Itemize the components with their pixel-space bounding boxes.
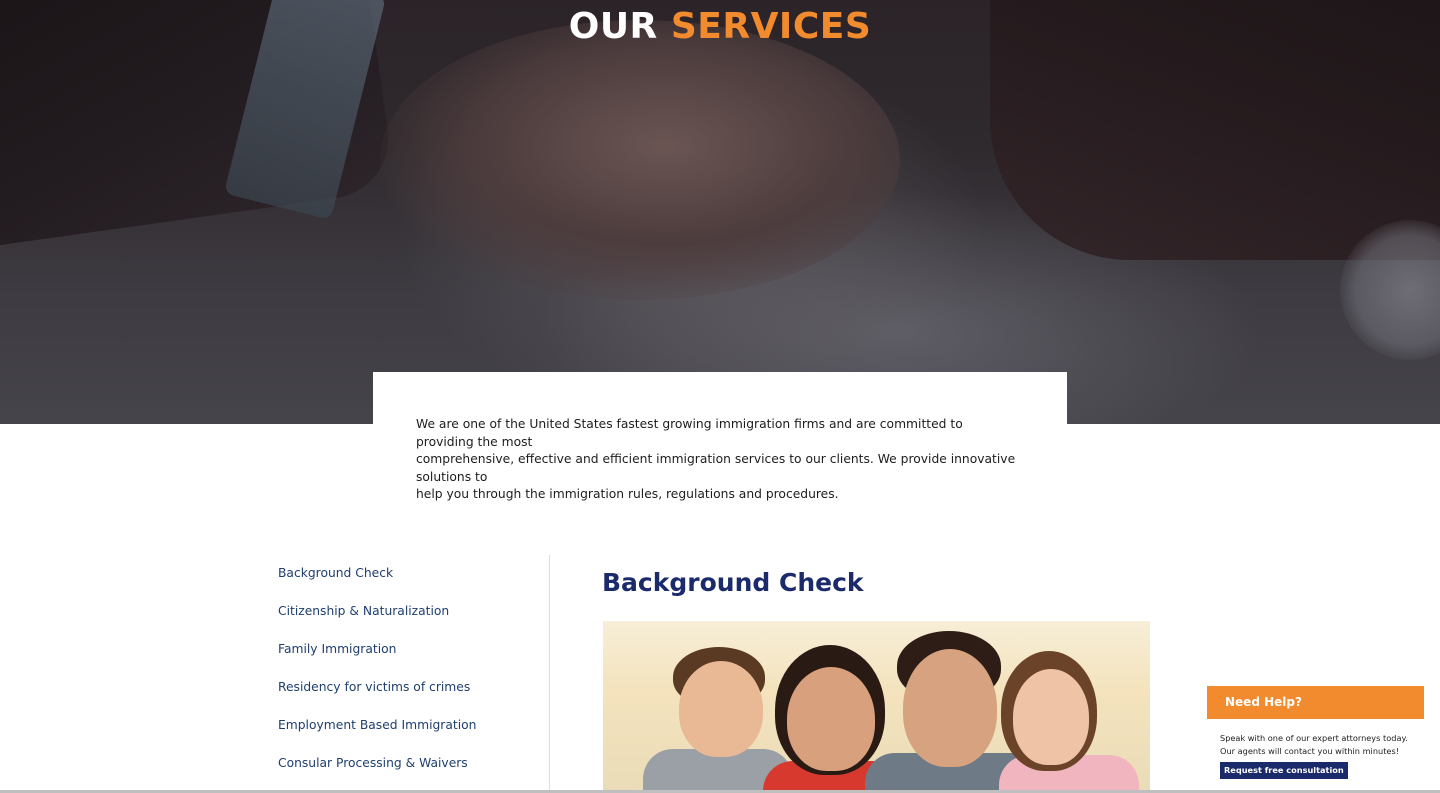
family-photo <box>603 621 1150 793</box>
photo-girl-face <box>1013 669 1089 765</box>
page-title-white: OUR <box>568 6 658 47</box>
sidebar-item-employment-immigration[interactable]: Employment Based Immigration <box>278 718 476 732</box>
intro-line-1: We are one of the United States fastest … <box>416 417 963 449</box>
photo-man-face <box>903 649 997 767</box>
sidebar-item-family-immigration[interactable]: Family Immigration <box>278 642 396 656</box>
sidebar-item-residency-victims[interactable]: Residency for victims of crimes <box>278 680 470 694</box>
help-widget-body: Speak with one of our expert attorneys t… <box>1207 719 1424 757</box>
intro-text: We are one of the United States fastest … <box>416 416 1024 504</box>
sidebar-item-citizenship[interactable]: Citizenship & Naturalization <box>278 604 449 618</box>
help-widget-line-1: Speak with one of our expert attorneys t… <box>1220 733 1408 743</box>
section-title: Background Check <box>602 568 864 597</box>
page-title-accent: SERVICES <box>670 6 872 47</box>
intro-line-2: comprehensive, effective and efficient i… <box>416 452 1016 484</box>
help-widget-line-2: Our agents will contact you within minut… <box>1220 745 1399 756</box>
photo-boy-face <box>679 661 763 757</box>
request-consultation-button[interactable]: Request free consultation <box>1220 762 1348 779</box>
hero-image-handshake <box>380 20 900 300</box>
services-sidebar: Background Check Citizenship & Naturaliz… <box>278 555 550 793</box>
hero-banner: OUR SERVICES <box>0 0 1440 424</box>
intro-line-3: help you through the immigration rules, … <box>416 487 839 501</box>
page-title: OUR SERVICES <box>0 6 1440 47</box>
intro-card: We are one of the United States fastest … <box>373 372 1067 501</box>
photo-woman-face <box>787 667 875 771</box>
sidebar-item-background-check[interactable]: Background Check <box>278 566 393 580</box>
sidebar-item-consular-processing[interactable]: Consular Processing & Waivers <box>278 756 468 770</box>
help-widget-heading[interactable]: Need Help? <box>1207 686 1424 719</box>
help-widget: Need Help? Speak with one of our expert … <box>1207 686 1424 786</box>
